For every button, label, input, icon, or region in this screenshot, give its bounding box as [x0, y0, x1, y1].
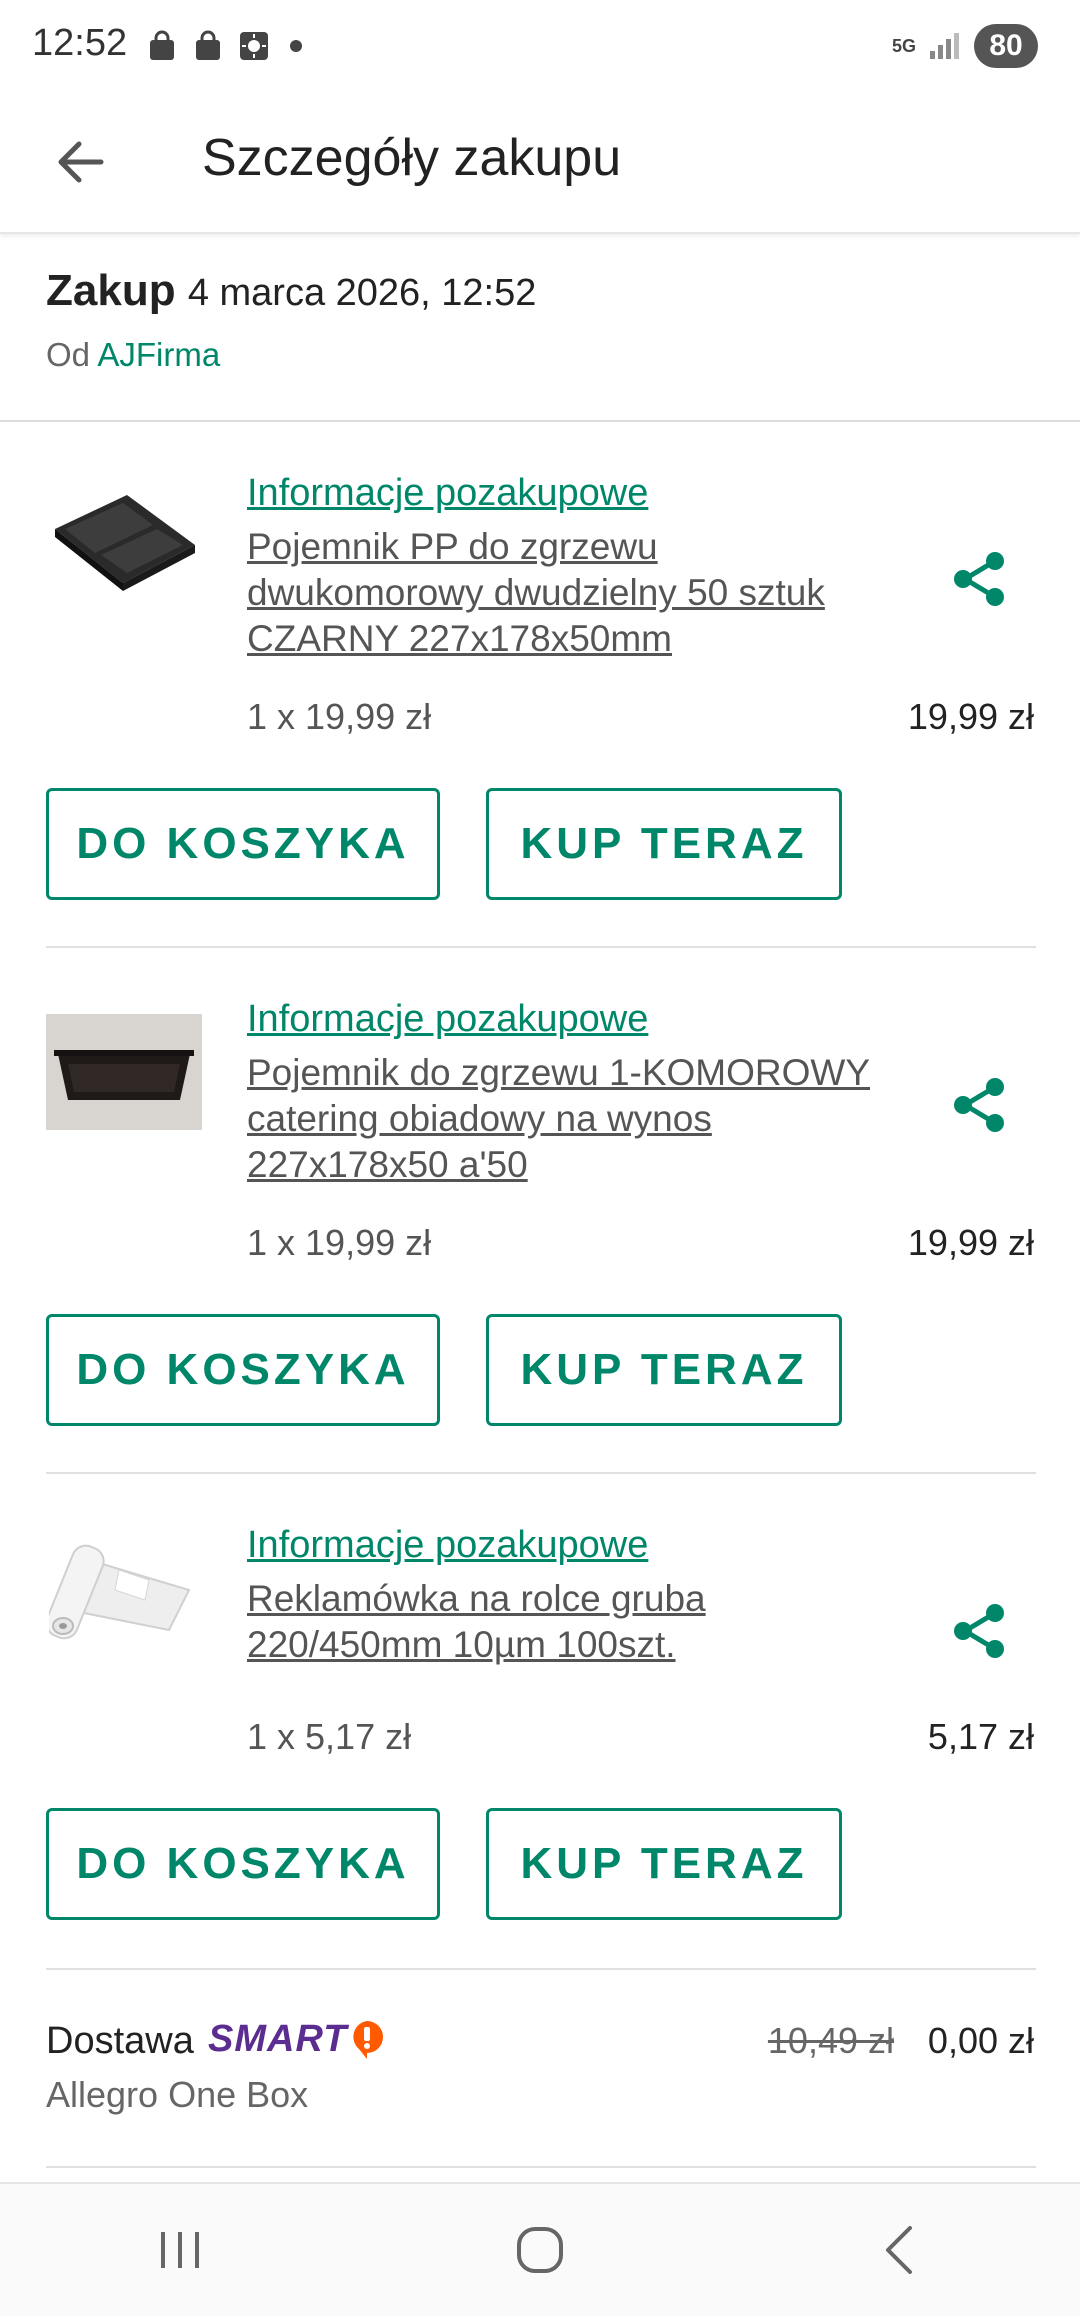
delivery-old-price: 10,49 zł [767, 2020, 894, 2061]
back-button[interactable] [40, 122, 120, 202]
delivery-section: Dostawa SMART Allegro One Box 10,49 zł 0… [0, 1970, 1080, 2170]
brightness-icon [240, 32, 268, 60]
purchase-date: 4 marca 2026, 12:52 [187, 272, 537, 314]
share-icon [954, 552, 1004, 606]
post-purchase-info-link[interactable]: Informacje pozakupowe [247, 998, 648, 1041]
purchase-line: Zakup 4 marca 2026, 12:52 [46, 266, 536, 316]
item-title-link[interactable]: Reklamówka na rolce gruba 220/450mm 10µm… [247, 1576, 897, 1668]
item-divider [46, 1472, 1036, 1474]
system-navigation-bar [0, 2182, 1080, 2316]
add-to-cart-button[interactable]: DO KOSZYKA [46, 1808, 440, 1920]
system-back-button[interactable] [840, 2200, 960, 2300]
notification-icons [146, 30, 302, 62]
page-title: Szczegóły zakupu [202, 129, 622, 187]
share-icon [954, 1604, 1004, 1658]
recent-apps-button[interactable] [120, 2200, 240, 2300]
home-button[interactable] [480, 2200, 600, 2300]
seller-from-label: Od [46, 336, 91, 373]
delivery-method: Allegro One Box [46, 2074, 309, 2115]
shopping-bag-icon [150, 30, 174, 60]
item-price: 19,99 zł [907, 696, 1034, 737]
more-notifications-dot [290, 40, 302, 52]
signal-icon [930, 33, 959, 59]
top-app-bar: Szczegóły zakupu [0, 96, 1080, 234]
item-thumbnail[interactable] [46, 1532, 202, 1648]
smart-exclamation-icon [353, 2020, 384, 2059]
home-icon [517, 2227, 563, 2273]
item-thumbnail[interactable] [46, 1014, 202, 1130]
post-purchase-info-link[interactable]: Informacje pozakupowe [247, 472, 648, 515]
delivery-price: 0,00 zł [927, 2020, 1034, 2061]
share-button[interactable] [944, 1596, 1014, 1666]
item-title-link[interactable]: Pojemnik do zgrzewu 1-KOMOROWY catering … [247, 1050, 897, 1188]
share-icon [954, 1078, 1004, 1132]
purchase-item: Informacje pozakupowe Pojemnik PP do zgr… [0, 424, 1080, 950]
add-to-cart-button[interactable]: DO KOSZYKA [46, 1314, 440, 1426]
shopping-bag-icon [196, 30, 220, 60]
item-title-link[interactable]: Pojemnik PP do zgrzewu dwukomorowy dwudz… [247, 524, 897, 662]
purchase-item: Informacje pozakupowe Pojemnik do zgrzew… [0, 950, 1080, 1476]
purchase-label: Zakup [46, 266, 176, 315]
chevron-left-icon [886, 2226, 912, 2274]
delivery-label: Dostawa [46, 2020, 194, 2062]
item-divider [46, 946, 1036, 948]
smart-badge: SMART [208, 2018, 385, 2061]
add-to-cart-button[interactable]: DO KOSZYKA [46, 788, 440, 900]
item-price: 5,17 zł [927, 1716, 1034, 1757]
system-indicators: 5G 80 [892, 24, 1038, 68]
purchase-item: Informacje pozakupowe Reklamówka na rolc… [0, 1476, 1080, 1972]
recent-apps-icon [161, 2232, 199, 2268]
item-quantity: 1 x 5,17 zł [247, 1716, 412, 1757]
network-icon: 5G [891, 36, 916, 56]
battery-icon: 80 [974, 24, 1038, 68]
buy-now-button[interactable]: KUP TERAZ [486, 1314, 842, 1426]
post-purchase-info-link[interactable]: Informacje pozakupowe [247, 1524, 648, 1567]
buy-now-button[interactable]: KUP TERAZ [486, 788, 842, 900]
plastic-bag-roll-image [49, 1544, 191, 1640]
smart-badge-text: SMART [208, 2018, 348, 2060]
delivery-divider [46, 2166, 1036, 2168]
item-quantity: 1 x 19,99 zł [247, 1222, 432, 1263]
item-thumbnail[interactable] [46, 480, 202, 596]
two-compartment-container-image [55, 495, 195, 591]
share-button[interactable] [944, 544, 1014, 614]
status-time: 12:52 [32, 22, 128, 64]
seller-link[interactable]: AJFirma [97, 336, 220, 373]
item-price: 19,99 zł [907, 1222, 1034, 1263]
seller-line: Od AJFirma [46, 336, 220, 374]
purchase-summary: Zakup 4 marca 2026, 12:52 Od AJFirma [0, 236, 1080, 422]
arrow-left-icon [58, 141, 104, 183]
buy-now-button[interactable]: KUP TERAZ [486, 1808, 842, 1920]
share-button[interactable] [944, 1070, 1014, 1140]
single-compartment-container-image [46, 1014, 202, 1130]
item-quantity: 1 x 19,99 zł [247, 696, 432, 737]
status-bar: 12:52 5G 80 [0, 0, 1080, 96]
